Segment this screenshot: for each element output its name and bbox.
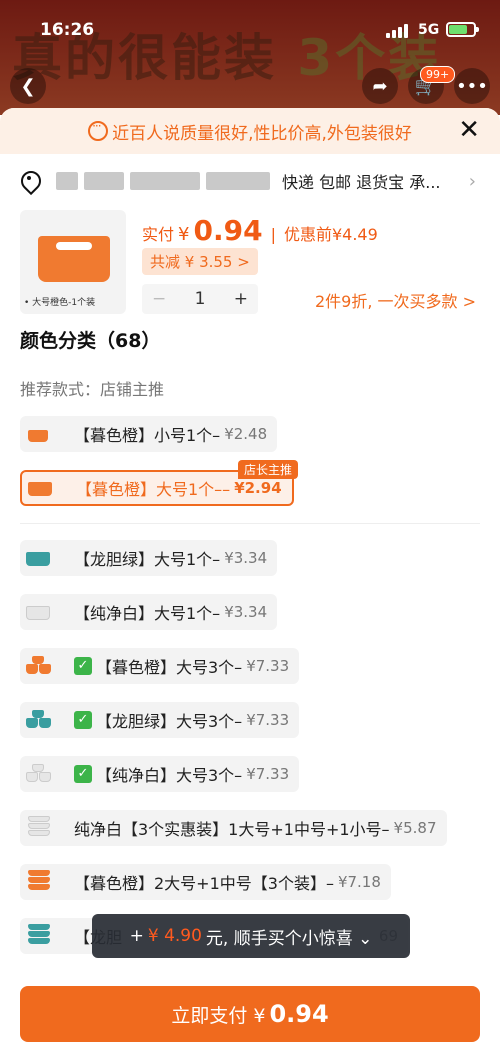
quantity-value[interactable]: 1 xyxy=(195,289,206,309)
orange-box-icon xyxy=(28,478,54,498)
increase-button[interactable]: + xyxy=(234,289,248,309)
option-price: ¥5.87 xyxy=(393,819,437,837)
option-label: 【纯净白】大号1个– xyxy=(74,604,221,623)
cart-badge: 99+ xyxy=(420,66,456,83)
multi-buy-promo-link[interactable]: 2件9折, 一次买多款 > xyxy=(315,288,476,312)
pay-label: 立即支付 ¥ xyxy=(171,1004,266,1027)
more-icon: ••• xyxy=(456,75,488,97)
option-price: ¥7.33 xyxy=(246,657,290,675)
option-label: 纯净白【3个实惠装】1大号+1中号+1小号– xyxy=(74,820,390,839)
option-price: ¥7.33 xyxy=(246,765,290,783)
option-label: 【暮色橙】小号1个– xyxy=(74,426,221,445)
status-time: 16:26 xyxy=(40,20,95,40)
quantity-stepper: − 1 + xyxy=(142,284,258,314)
sku-option[interactable]: 【暮色橙】2大号+1中号【3个装】– ¥7.18 xyxy=(20,864,391,900)
white-box-icon xyxy=(26,602,52,622)
orange-stack-icon xyxy=(26,870,52,892)
toast-amount: ¥ 4.90 xyxy=(147,926,202,946)
option-label: 【龙胆绿】大号3个– xyxy=(96,712,243,731)
option-label: 【暮色橙】大号3个– xyxy=(96,658,243,677)
share-icon: ➦ xyxy=(372,75,388,97)
option-label: 【暮色橙】大号1个–– xyxy=(76,480,231,499)
sku-option[interactable]: 【纯净白】大号1个– ¥3.34 xyxy=(20,594,278,630)
notice-text: 近百人说质量很好,性比价高,外包装很好 xyxy=(112,123,412,144)
option-label: 【龙胆绿】大号1个– xyxy=(74,550,221,569)
option-label: 【纯净白】大号3个– xyxy=(96,766,243,785)
sku-option[interactable]: 纯净白【3个实惠装】1大号+1中号+1小号– ¥5.87 xyxy=(20,810,447,846)
sku-option[interactable]: 【龙胆绿】大号1个– ¥3.34 xyxy=(20,540,278,576)
battery-icon xyxy=(446,22,479,37)
thumbnail-caption: • 大号橙色-1个装 xyxy=(24,298,96,308)
option-price: ¥7.18 xyxy=(337,873,381,891)
final-price: 0.94 xyxy=(193,214,263,247)
option-price: ¥3.34 xyxy=(224,549,268,567)
original-price: 优惠前¥4.49 xyxy=(283,225,378,244)
check-icon: ✓ xyxy=(74,765,92,783)
orange-box-icon xyxy=(26,424,52,444)
white-stack-icon xyxy=(26,816,52,838)
option-label: 【暮色橙】2大号+1中号【3个装】– xyxy=(74,874,334,893)
discount-button[interactable]: 共减 ¥ 3.55 > xyxy=(142,248,258,275)
sku-selector-sheet: 近百人说质量很好,性比价高,外包装很好 ✕ 快递 包邮 退货宝 承... › •… xyxy=(0,108,500,1054)
option-price: ¥2.48 xyxy=(224,425,268,443)
check-icon: ✓ xyxy=(74,711,92,729)
price-row: 实付 ¥ 0.94 | 优惠前¥4.49 xyxy=(142,214,378,247)
currency-symbol: ¥ xyxy=(178,224,190,245)
close-button[interactable]: ✕ xyxy=(458,115,480,145)
green-box-icon xyxy=(26,548,52,568)
recommend-tag: 店长主推 xyxy=(238,460,299,479)
option-price: ¥2.94 xyxy=(234,479,282,497)
check-icon: ✓ xyxy=(74,657,92,675)
back-button[interactable]: ❮ xyxy=(10,68,46,104)
category-title: 颜色分类（68） xyxy=(20,330,161,352)
toast-prefix: + xyxy=(129,926,144,946)
recommend-label: 推荐款式：店铺主推 xyxy=(20,380,165,399)
option-price: ¥3.34 xyxy=(224,603,268,621)
orange-box-image xyxy=(38,236,110,282)
sku-option[interactable]: ✓ 【暮色橙】大号3个– ¥7.33 xyxy=(20,648,300,684)
chat-bubble-icon xyxy=(88,119,109,141)
address-redacted xyxy=(56,172,270,190)
location-pin-icon xyxy=(20,171,38,191)
pay-amount: 0.94 xyxy=(269,1000,329,1028)
decrease-button[interactable]: − xyxy=(152,289,166,309)
white-boxes-icon xyxy=(26,764,52,784)
shipping-address-row[interactable]: 快递 包邮 退货宝 承... › xyxy=(20,168,480,194)
back-icon: ❮ xyxy=(20,75,36,97)
product-thumbnail[interactable]: • 大号橙色-1个装 xyxy=(20,210,126,314)
orange-boxes-icon xyxy=(26,656,52,676)
review-notice: 近百人说质量很好,性比价高,外包装很好 xyxy=(0,108,500,154)
option-price: ¥7.33 xyxy=(246,711,290,729)
share-button[interactable]: ➦ xyxy=(362,68,398,104)
sku-option[interactable]: ✓ 【龙胆绿】大号3个– ¥7.33 xyxy=(20,702,300,738)
price-label: 实付 xyxy=(142,225,175,244)
delivery-tags: 快递 包邮 退货宝 承... xyxy=(282,173,441,192)
divider xyxy=(20,523,480,524)
chevron-right-icon: › xyxy=(468,170,476,192)
close-icon: ✕ xyxy=(458,115,480,145)
signal-icon xyxy=(386,24,412,38)
green-boxes-icon xyxy=(26,710,52,730)
toast-text: 元, 顺手买个小惊喜 ⌄ xyxy=(205,928,373,949)
add-on-suggestion-toast[interactable]: + ¥ 4.90 元, 顺手买个小惊喜 ⌄ xyxy=(92,914,410,958)
green-stack-icon xyxy=(26,924,52,946)
sku-option[interactable]: ✓ 【纯净白】大号3个– ¥7.33 xyxy=(20,756,300,792)
more-button[interactable]: ••• xyxy=(454,68,490,104)
pay-now-button[interactable]: 立即支付 ¥ 0.94 xyxy=(20,986,480,1042)
price-separator: | xyxy=(270,225,276,244)
network-label: 5G xyxy=(418,22,440,38)
sku-option[interactable]: 【暮色橙】小号1个– ¥2.48 xyxy=(20,416,278,452)
status-bar: 16:26 5G xyxy=(0,0,500,56)
